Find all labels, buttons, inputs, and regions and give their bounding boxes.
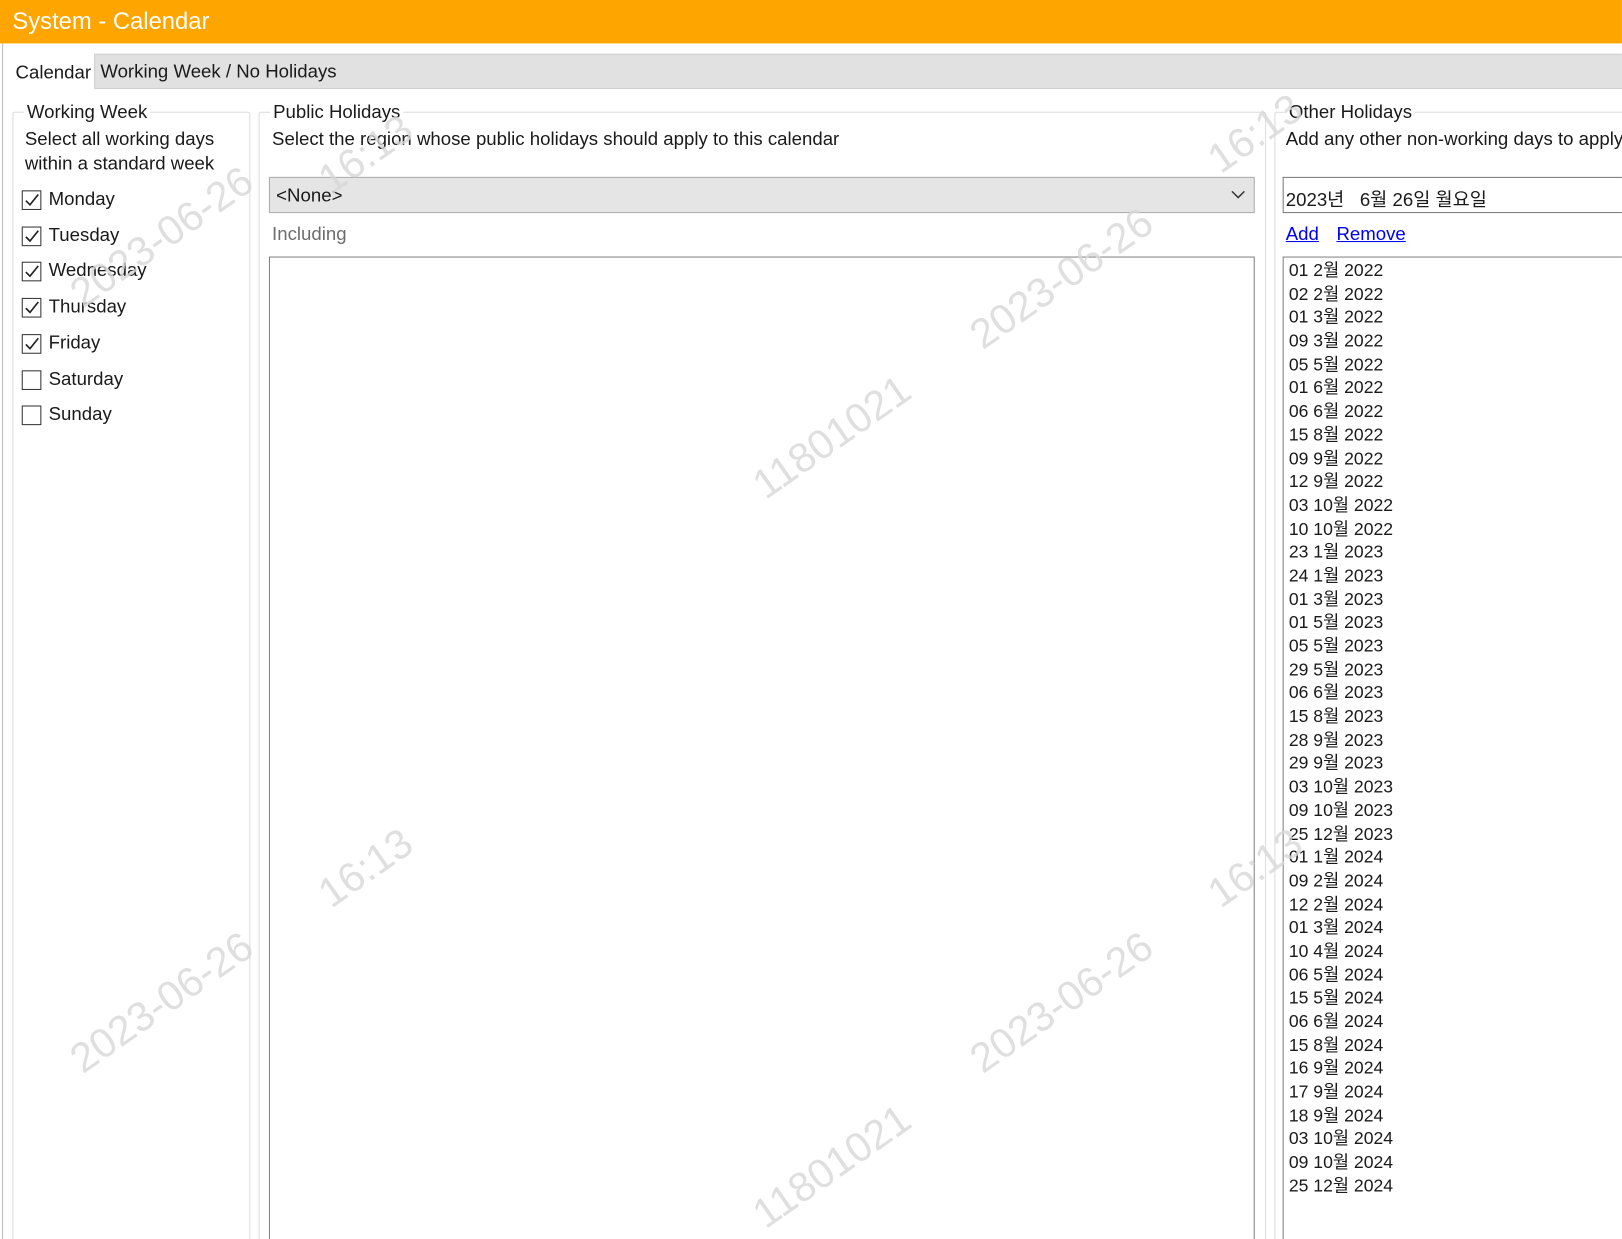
list-item[interactable]: 16 9월 2024 — [1284, 1058, 1622, 1081]
other-holidays-title: Other Holidays — [1285, 101, 1416, 124]
window-title: System - Calendar — [12, 7, 210, 35]
list-item[interactable]: 15 8월 2024 — [1284, 1034, 1622, 1057]
list-item[interactable]: 25 12월 2023 — [1284, 823, 1622, 846]
list-item[interactable]: 23 1월 2023 — [1284, 541, 1622, 564]
add-link[interactable]: Add — [1286, 223, 1319, 245]
list-item[interactable]: 01 5월 2023 — [1284, 612, 1622, 635]
list-item[interactable]: 10 10월 2022 — [1284, 518, 1622, 541]
list-item[interactable]: 18 9월 2024 — [1284, 1104, 1622, 1127]
list-item[interactable]: 01 3월 2024 — [1284, 917, 1622, 940]
region-selected: <None> — [276, 185, 343, 206]
including-label: Including — [272, 223, 347, 245]
list-item[interactable]: 09 10월 2023 — [1284, 799, 1622, 822]
calendar-window: System - Calendar Calendar Working Week … — [0, 0, 1622, 1239]
list-item[interactable]: 24 1월 2023 — [1284, 565, 1622, 588]
calendar-select[interactable]: Working Week / No Holidays — [94, 53, 1622, 89]
date-value: 2023년 6월 26일 월요일 — [1285, 189, 1487, 210]
list-item[interactable]: 09 10월 2024 — [1284, 1151, 1622, 1174]
checkmark-icon — [25, 193, 39, 207]
checkbox-label[interactable]: Thursday — [49, 296, 127, 318]
list-item[interactable]: 10 4월 2024 — [1284, 940, 1622, 963]
including-list[interactable] — [268, 256, 1255, 1239]
working-week-title: Working Week — [23, 101, 151, 124]
calendar-value: Working Week / No Holidays — [100, 61, 337, 82]
list-item[interactable]: 06 6월 2023 — [1284, 682, 1622, 705]
list-item[interactable]: 17 9월 2024 — [1284, 1081, 1622, 1104]
checkbox-label[interactable]: Tuesday — [49, 224, 120, 246]
list-item[interactable]: 01 1월 2024 — [1284, 846, 1622, 869]
list-item[interactable]: 29 5월 2023 — [1284, 659, 1622, 682]
list-item[interactable]: 15 5월 2024 — [1284, 987, 1622, 1010]
checkbox-saturday[interactable] — [21, 369, 42, 390]
list-item[interactable]: 25 12월 2024 — [1284, 1175, 1622, 1198]
list-item[interactable]: 03 10월 2022 — [1284, 494, 1622, 517]
list-item[interactable]: 29 9월 2023 — [1284, 752, 1622, 775]
checkbox-friday[interactable] — [21, 333, 42, 354]
checkbox-label[interactable]: Wednesday — [49, 260, 147, 282]
region-dropdown[interactable]: <None> — [268, 176, 1255, 214]
list-item[interactable]: 06 6월 2024 — [1284, 1011, 1622, 1034]
list-item[interactable]: 09 2월 2024 — [1284, 870, 1622, 893]
list-item[interactable]: 03 10월 2024 — [1284, 1128, 1622, 1151]
checkmark-icon — [25, 265, 39, 278]
list-item[interactable]: 15 8월 2023 — [1284, 706, 1622, 729]
list-item[interactable]: 12 2월 2024 — [1284, 893, 1622, 916]
date-picker[interactable]: 2023년 6월 26일 월요일 — [1282, 176, 1622, 214]
remove-link[interactable]: Remove — [1336, 223, 1405, 245]
list-item[interactable]: 03 10월 2023 — [1284, 776, 1622, 799]
title-bar: System - Calendar — [0, 0, 1622, 44]
window-border — [2, 43, 4, 1239]
list-item[interactable]: 06 5월 2024 — [1284, 964, 1622, 987]
calendar-label: Calendar — [15, 62, 92, 83]
checkbox-label[interactable]: Saturday — [49, 368, 124, 390]
checkbox-label[interactable]: Monday — [49, 188, 115, 210]
list-item[interactable]: 06 6월 2022 — [1284, 400, 1622, 423]
list-item[interactable]: 01 2월 2022 — [1284, 260, 1622, 283]
chevron-down-icon — [1231, 190, 1245, 199]
checkmark-icon — [25, 337, 39, 350]
list-item[interactable]: 05 5월 2022 — [1284, 354, 1622, 377]
list-item[interactable]: 01 6월 2022 — [1284, 377, 1622, 400]
list-item[interactable]: 09 9월 2022 — [1284, 447, 1622, 470]
list-item[interactable]: 01 3월 2022 — [1284, 307, 1622, 330]
list-item[interactable]: 05 5월 2023 — [1284, 635, 1622, 658]
list-item[interactable]: 01 3월 2023 — [1284, 588, 1622, 611]
checkbox-sunday[interactable] — [21, 405, 42, 426]
checkmark-icon — [25, 301, 39, 314]
other-holidays-list[interactable]: 01 2월 2022 02 2월 2022 01 3월 2022 09 3월 2022… — [1282, 256, 1622, 1239]
checkbox-wednesday[interactable] — [21, 262, 42, 282]
checkmark-icon — [25, 229, 39, 242]
checkbox-label[interactable]: Friday — [49, 332, 101, 354]
checkbox-tuesday[interactable] — [21, 226, 42, 246]
list-item[interactable]: 12 9월 2022 — [1284, 471, 1622, 494]
checkbox-thursday[interactable] — [21, 298, 42, 318]
other-holidays-description: Add any other non-working days to apply — [1285, 128, 1622, 149]
public-holidays-description: Select the region whose public holidays … — [272, 128, 840, 149]
list-item[interactable]: 02 2월 2022 — [1284, 283, 1622, 306]
working-week-description-1: Select all working days — [24, 128, 215, 149]
working-week-description-2: within a standard week — [24, 153, 215, 174]
checkbox-monday[interactable] — [21, 190, 42, 210]
list-item[interactable]: 09 3월 2022 — [1284, 330, 1622, 353]
list-item[interactable]: 28 9월 2023 — [1284, 729, 1622, 752]
checkbox-label[interactable]: Sunday — [49, 404, 112, 426]
public-holidays-title: Public Holidays — [269, 101, 404, 124]
list-item[interactable]: 15 8월 2022 — [1284, 424, 1622, 447]
